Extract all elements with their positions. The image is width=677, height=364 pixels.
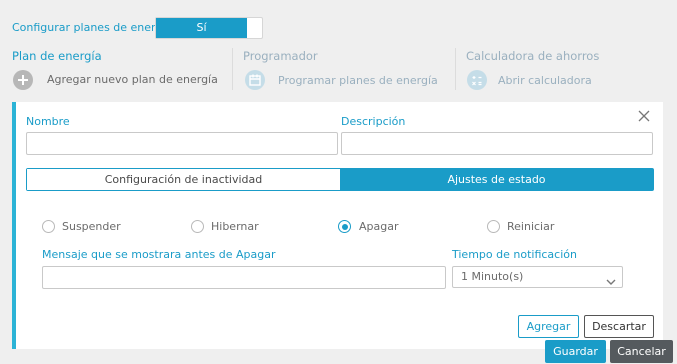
radio-hibernate[interactable] [191, 220, 204, 233]
scheduler-section-title: Programador [243, 49, 318, 63]
toggle-on-label: Sí [156, 18, 247, 38]
radio-shutdown[interactable] [338, 220, 351, 233]
description-input[interactable] [341, 132, 653, 155]
radio-restart-label: Reiniciar [507, 220, 555, 233]
radio-restart[interactable] [487, 220, 500, 233]
add-button[interactable]: Agregar [518, 315, 579, 338]
tab-inactivity-settings[interactable]: Configuración de inactividad [27, 169, 340, 190]
calendar-icon [245, 70, 265, 90]
section-divider [232, 48, 233, 90]
power-plan-form: Nombre Descripción Configuración de inac… [12, 102, 663, 349]
chevron-down-icon [606, 273, 616, 293]
plan-section-title: Plan de energía [12, 49, 102, 63]
radio-hibernate-label: Hibernar [211, 220, 259, 233]
configure-label: Configurar planes de energía [12, 21, 173, 34]
message-label: Mensaje que se mostrara antes de Apagar [42, 248, 276, 261]
calculator-section-title: Calculadora de ahorros [466, 49, 600, 63]
name-label: Nombre [26, 115, 70, 128]
description-label: Descripción [341, 115, 406, 128]
settings-tabs: Configuración de inactividad Ajustes de … [26, 168, 654, 191]
open-calculator-link: Abrir calculadora [498, 74, 592, 87]
schedule-plans-link: Programar planes de energía [278, 74, 438, 87]
tab-state-settings[interactable]: Ajustes de estado [340, 169, 653, 190]
message-input[interactable] [42, 266, 446, 289]
notification-time-label: Tiempo de notificación [452, 248, 577, 261]
radio-suspend-label: Suspender [62, 220, 121, 233]
calculator-icon [467, 70, 487, 90]
notification-time-select[interactable]: 1 Minuto(s) [452, 266, 623, 288]
radio-shutdown-label: Apagar [359, 220, 399, 233]
radio-suspend[interactable] [42, 220, 55, 233]
notification-time-value: 1 Minuto(s) [461, 270, 524, 283]
add-plan-link[interactable]: Agregar nuevo plan de energía [47, 73, 218, 86]
name-input[interactable] [26, 132, 338, 155]
discard-button[interactable]: Descartar [584, 315, 654, 338]
save-button[interactable]: Guardar [545, 340, 606, 363]
cancel-button[interactable]: Cancelar [610, 340, 673, 363]
section-divider [455, 48, 456, 90]
power-plans-toggle[interactable]: Sí [155, 17, 263, 39]
add-plan-icon[interactable] [13, 70, 33, 90]
close-icon[interactable] [636, 108, 652, 124]
